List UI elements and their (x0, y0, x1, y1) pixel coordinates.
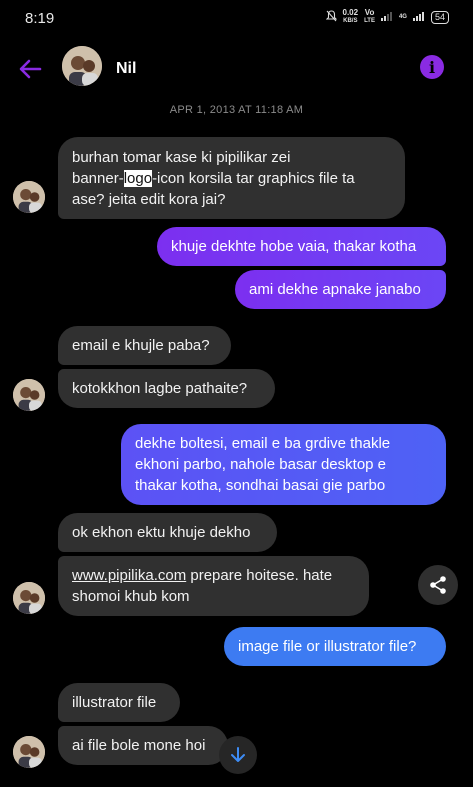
status-icons: 0.02 KB/S Vo LTE 4G 54 (325, 8, 449, 25)
info-icon: i (428, 57, 436, 77)
message-link[interactable]: www.pipilika.com (72, 567, 186, 584)
message-line: ekhoni parbo, nahole basar desktop e (135, 456, 387, 473)
message-bubble-incoming[interactable]: illustrator file (58, 683, 180, 722)
sender-avatar[interactable] (13, 181, 45, 213)
battery-icon: 54 (430, 10, 449, 24)
scroll-to-bottom-button[interactable] (219, 736, 257, 774)
message-bubble-outgoing[interactable]: dekhe boltesi, email e ba grdive thakle … (121, 424, 446, 505)
profile-photo (13, 582, 45, 614)
message-bubble-incoming[interactable]: www.pipilika.com prepare hoitese. hate s… (58, 556, 369, 616)
arrow-down-icon (231, 747, 245, 762)
profile-photo (13, 379, 45, 411)
contact-name[interactable]: Nil (116, 60, 136, 78)
message-bubble-incoming[interactable]: burhan tomar kase ki pipilikar zei banne… (58, 137, 405, 219)
share-icon (430, 576, 446, 594)
status-time: 8:19 (25, 10, 55, 27)
arrow-left-icon (19, 59, 42, 79)
signal-icon-2 (412, 11, 425, 23)
signal-icon (380, 11, 393, 23)
conversation-timestamp: APR 1, 2013 AT 11:18 AM (169, 104, 304, 116)
lte-signal: 4G (398, 14, 407, 20)
message-bubble-incoming[interactable]: ok ekhon ektu khuje dekho (58, 513, 277, 552)
selected-text: logo (123, 170, 153, 187)
message-bubble-outgoing[interactable]: image file or illustrator file? (224, 627, 446, 666)
mute-icon (325, 10, 337, 24)
sender-avatar[interactable] (13, 582, 45, 614)
message-line: burhan tomar kase ki pipilikar zei (72, 149, 291, 166)
sender-avatar[interactable] (13, 736, 45, 768)
message-line: www.pipilika.com prepare hoitese. hate (72, 567, 333, 584)
net-speed: 0.02 KB/S (342, 8, 359, 25)
message-line: dekhe boltesi, email e ba grdive thakle (135, 435, 391, 452)
message-bubble-outgoing[interactable]: ami dekhe apnake janabo (235, 270, 446, 309)
profile-photo (13, 736, 45, 768)
message-line: banner-logo-icon korsila tar graphics fi… (72, 170, 355, 187)
message-bubble-incoming[interactable]: email e khujle paba? (58, 326, 231, 365)
message-line: ase? jeita edit kora jai? (72, 191, 226, 208)
message-bubble-outgoing[interactable]: khuje dekhte hobe vaia, thakar kotha (157, 227, 446, 266)
share-button[interactable] (418, 565, 458, 605)
sender-avatar[interactable] (13, 379, 45, 411)
back-button[interactable] (17, 56, 43, 82)
profile-photo (62, 46, 102, 86)
message-bubble-incoming[interactable]: kotokkhon lagbe pathaite? (58, 369, 275, 408)
volte-indicator: Vo LTE (364, 8, 375, 25)
message-line: thakar kotha, sondhai basai gie parbo (135, 477, 386, 494)
info-button[interactable]: i (420, 55, 444, 79)
profile-photo (13, 181, 45, 213)
message-bubble-incoming[interactable]: ai file bole mone hoi (58, 726, 228, 765)
message-line: shomoi khub kom (72, 588, 190, 605)
contact-avatar[interactable] (62, 46, 102, 86)
